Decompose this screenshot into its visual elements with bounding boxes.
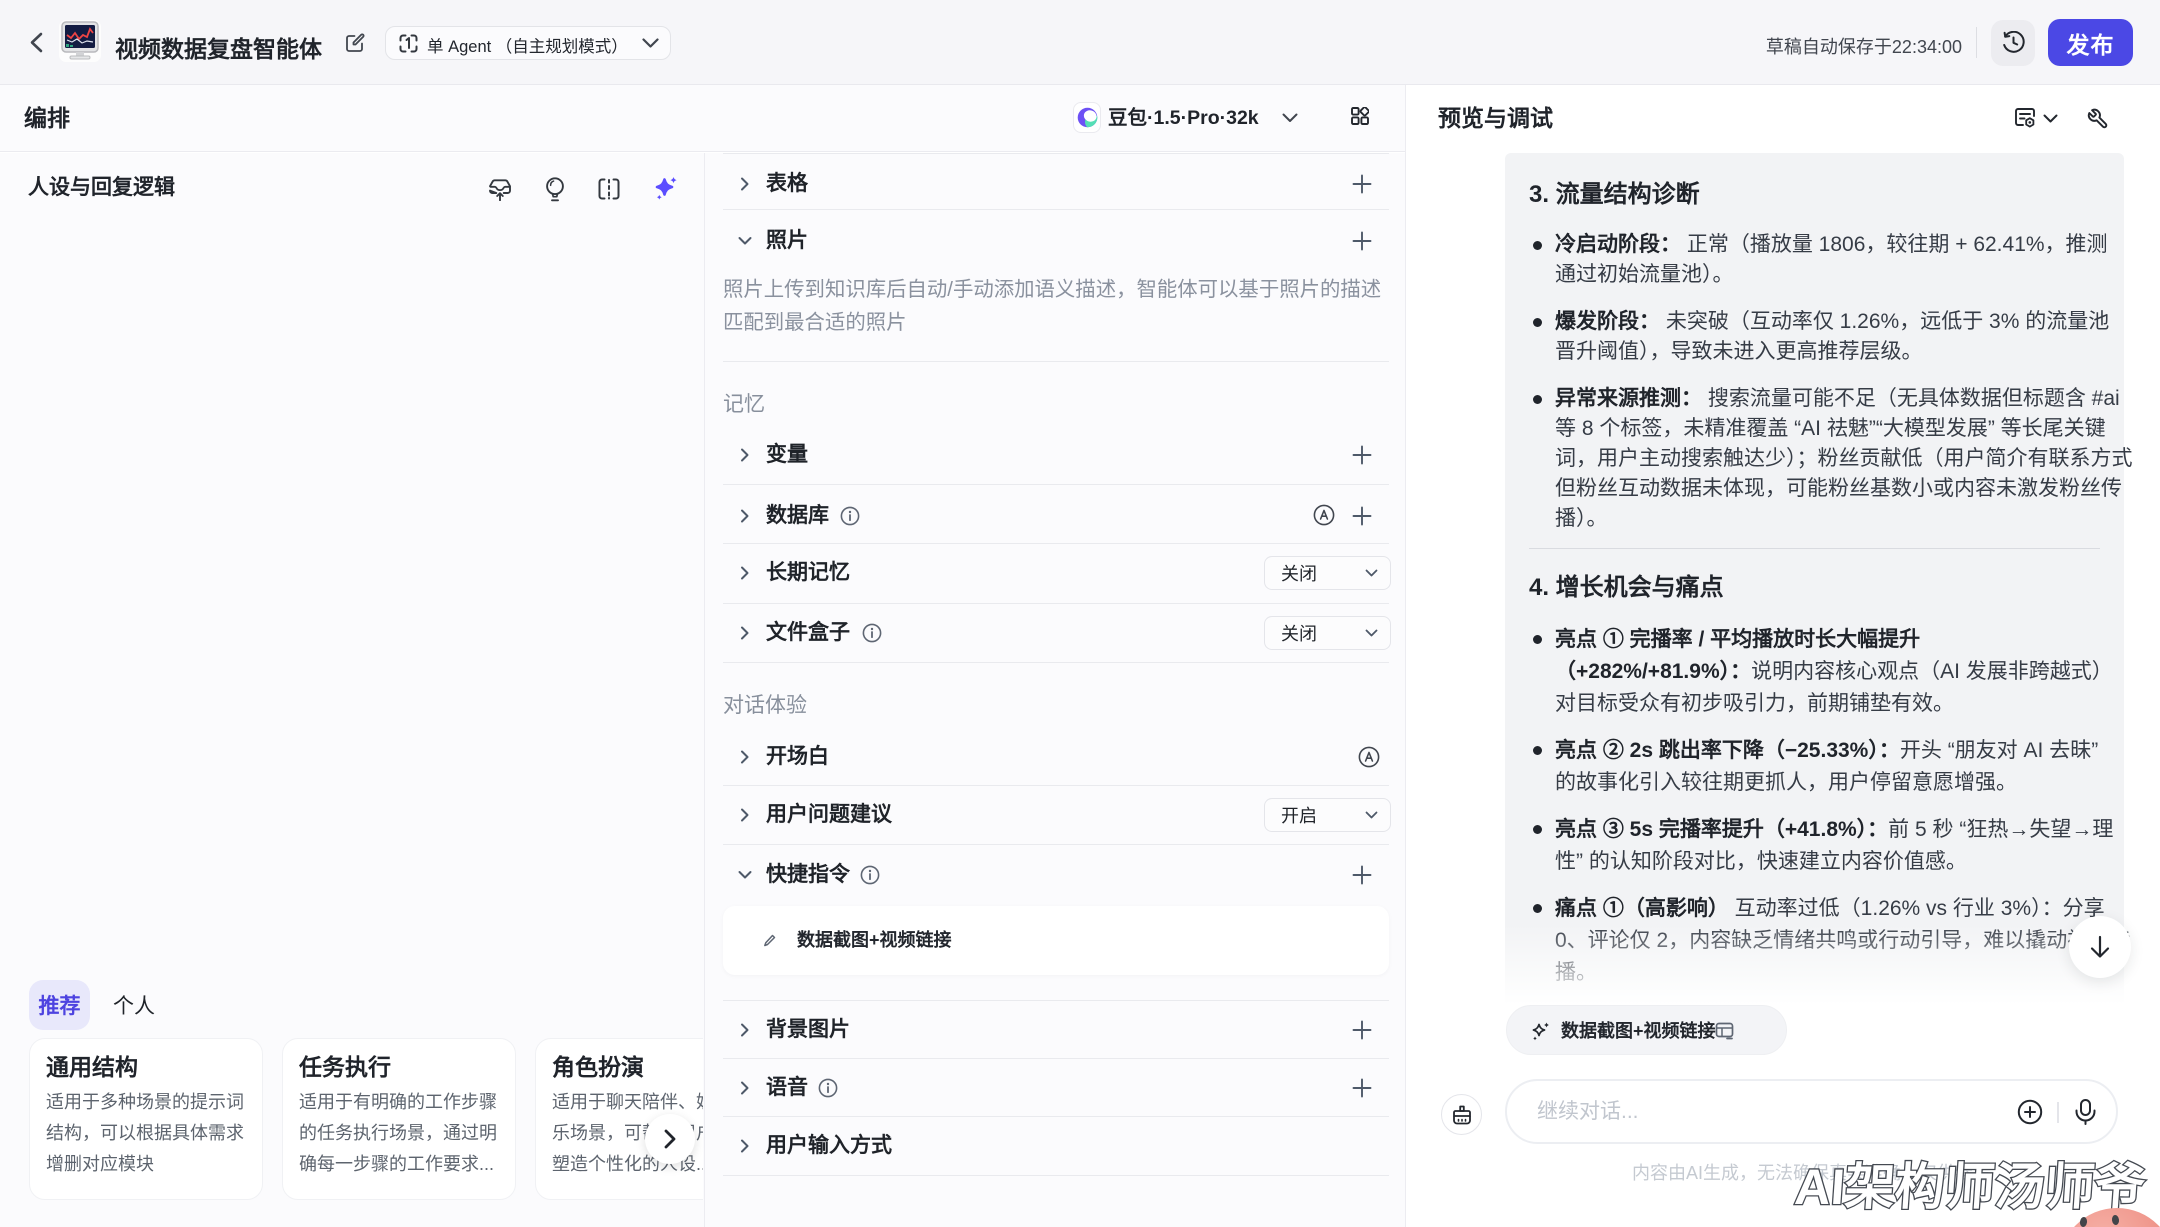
svg-text:AI架构师汤师爷: AI架构师汤师爷 [1793,1159,2147,1215]
